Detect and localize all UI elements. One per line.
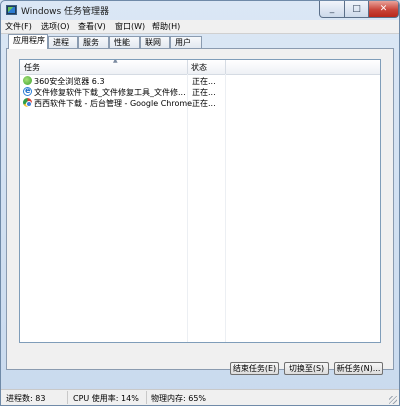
title-bar[interactable]: Windows 任务管理器 _ □ ✕ bbox=[1, 1, 399, 20]
task-list[interactable]: 任务 ▲ 状态 360安全浏览器 6.3 正在... 文件修复软件下载_文件修复… bbox=[19, 59, 381, 343]
status-bar: 进程数: 83 CPU 使用率: 14% 物理内存: 65% bbox=[1, 389, 399, 405]
task-manager-window: Windows 任务管理器 _ □ ✕ 文件(F) 选项(O) 查看(V) 窗口… bbox=[0, 0, 400, 406]
window-title: Windows 任务管理器 bbox=[21, 7, 110, 17]
minimize-icon: _ bbox=[329, 4, 335, 14]
column-divider[interactable] bbox=[187, 60, 188, 74]
column-status[interactable]: 状态 bbox=[191, 62, 207, 73]
tab-users[interactable]: 用户 bbox=[170, 36, 202, 48]
end-task-button[interactable]: 结束任务(E) bbox=[230, 362, 279, 375]
tab-performance[interactable]: 性能 bbox=[109, 36, 140, 48]
new-task-button[interactable]: 新任务(N)... bbox=[334, 362, 383, 375]
maximize-button[interactable]: □ bbox=[344, 1, 369, 18]
menu-view[interactable]: 查看(V) bbox=[78, 21, 106, 32]
task-name: 西西软件下载 - 后台管理 - Google Chrome bbox=[34, 99, 193, 108]
list-item[interactable]: 360安全浏览器 6.3 正在... bbox=[20, 75, 380, 86]
column-gridline bbox=[225, 74, 226, 342]
sort-arrow-icon: ▲ bbox=[113, 59, 118, 64]
column-task[interactable]: 任务 bbox=[24, 62, 40, 73]
status-divider bbox=[67, 391, 68, 404]
cpu-usage: CPU 使用率: 14% bbox=[73, 394, 139, 403]
tab-applications[interactable]: 应用程序 bbox=[8, 34, 48, 49]
tab-services[interactable]: 服务 bbox=[78, 36, 109, 48]
resize-grip-icon[interactable] bbox=[389, 396, 397, 404]
close-button[interactable]: ✕ bbox=[368, 1, 399, 18]
chrome-icon bbox=[23, 98, 32, 107]
applications-panel: 任务 ▲ 状态 360安全浏览器 6.3 正在... 文件修复软件下载_文件修复… bbox=[6, 48, 394, 370]
menu-file[interactable]: 文件(F) bbox=[5, 21, 32, 32]
maximize-icon: □ bbox=[352, 4, 361, 14]
list-item[interactable]: 西西软件下载 - 后台管理 - Google Chrome 正在... bbox=[20, 97, 380, 108]
menu-bar: 文件(F) 选项(O) 查看(V) 窗口(W) 帮助(H) bbox=[1, 20, 399, 34]
memory-usage: 物理内存: 65% bbox=[151, 394, 207, 403]
tab-processes[interactable]: 进程 bbox=[48, 36, 78, 48]
360-browser-icon bbox=[23, 76, 32, 85]
process-count: 进程数: 83 bbox=[6, 394, 46, 403]
ie-icon bbox=[23, 86, 32, 96]
menu-help[interactable]: 帮助(H) bbox=[152, 21, 180, 32]
task-status: 正在... bbox=[192, 99, 216, 108]
menu-window[interactable]: 窗口(W) bbox=[115, 21, 145, 32]
minimize-button[interactable]: _ bbox=[319, 1, 345, 18]
tab-networking[interactable]: 联网 bbox=[140, 36, 170, 48]
switch-to-button[interactable]: 切换至(S) bbox=[284, 362, 329, 375]
list-header: 任务 ▲ 状态 bbox=[20, 60, 380, 75]
column-divider[interactable] bbox=[225, 60, 226, 74]
list-item[interactable]: 文件修复软件下载_文件修复工具_文件修... 正在... bbox=[20, 86, 380, 97]
close-icon: ✕ bbox=[379, 4, 388, 14]
menu-options[interactable]: 选项(O) bbox=[41, 21, 70, 32]
column-gridline bbox=[187, 74, 188, 342]
task-manager-icon bbox=[6, 5, 17, 15]
status-divider bbox=[146, 391, 147, 404]
